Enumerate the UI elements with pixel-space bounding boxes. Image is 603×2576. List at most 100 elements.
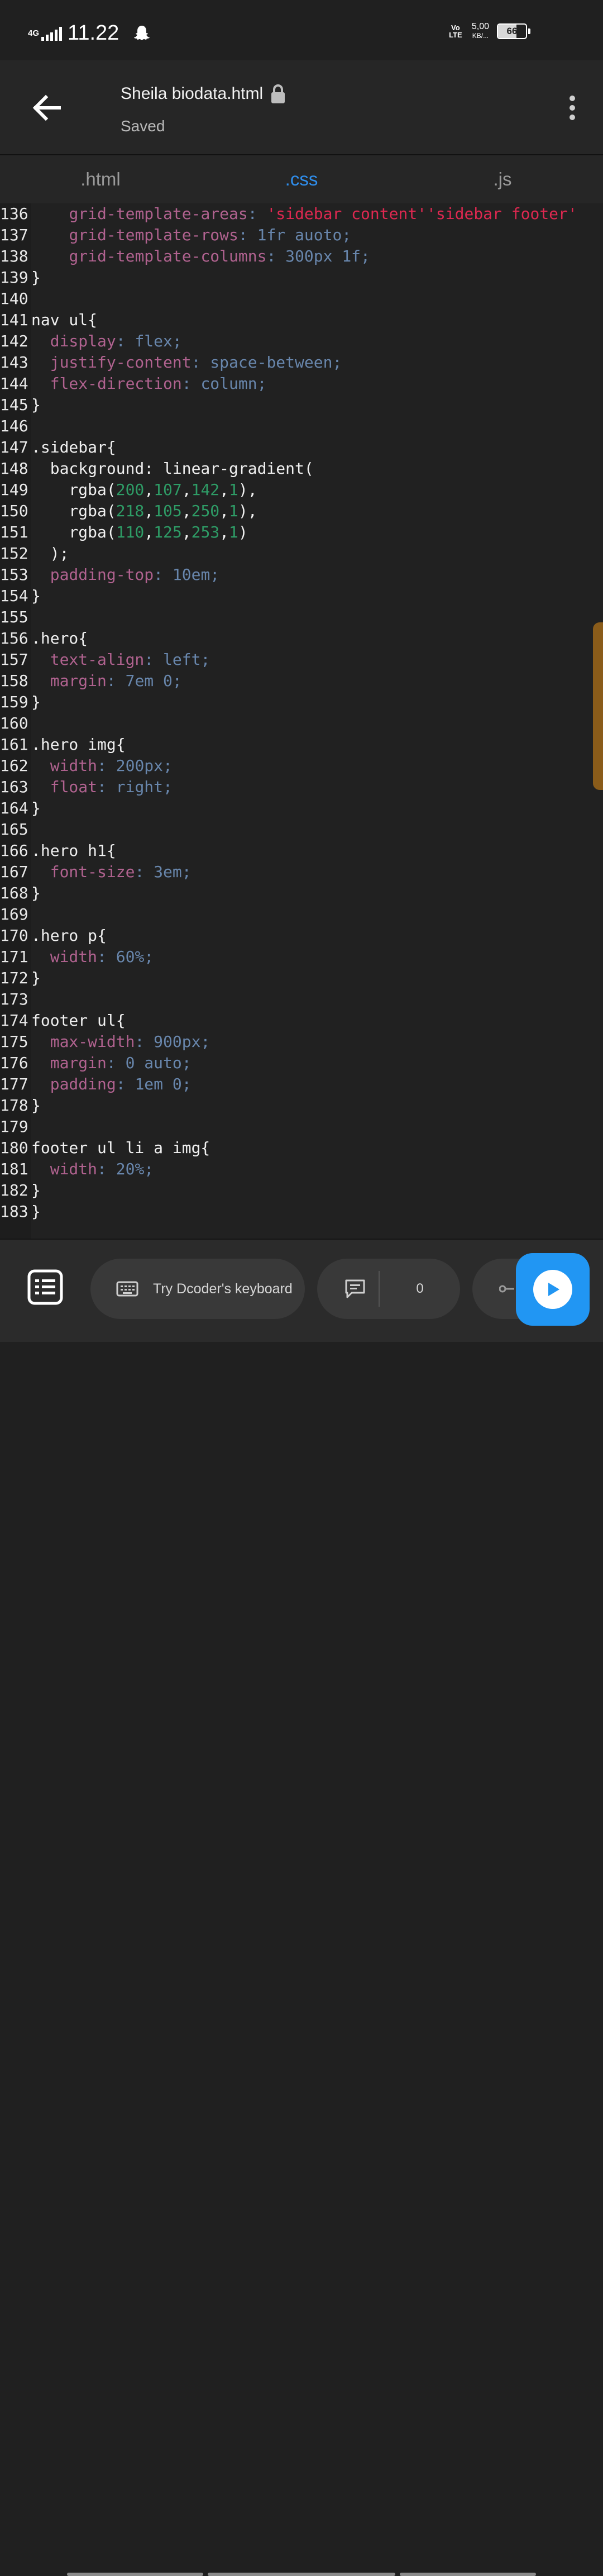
code-editor[interactable]: 136 grid-template-areas: 'sidebar conten… (0, 203, 603, 1239)
status-bar: 4G 11.22 Vo LTE 5,00 KB/... 66 (0, 0, 603, 60)
line-number: 147 (0, 438, 28, 456)
code-line[interactable]: 141 nav ul{ (0, 309, 97, 331)
code-line[interactable]: 180 footer ul li a img{ (0, 1137, 210, 1159)
code-line[interactable]: 182} (0, 1180, 41, 1201)
code-line[interactable]: 171 width: 60%; (0, 946, 154, 968)
line-number: 164 (0, 799, 28, 817)
code-line[interactable]: 178} (0, 1095, 41, 1116)
code-line[interactable]: 148 background: linear-gradient( (0, 458, 314, 479)
code-line[interactable]: 161 .hero img{ (0, 734, 126, 755)
more-vert-icon[interactable] (568, 95, 576, 121)
code-line[interactable]: 140 (0, 288, 31, 309)
code-line[interactable]: 157 text-align: left; (0, 649, 210, 670)
code-line[interactable]: 174 footer ul{ (0, 1010, 126, 1031)
code-line[interactable]: 153 padding-top: 10em; (0, 564, 219, 585)
code-token: , (219, 502, 229, 520)
code-token: .hero p{ (31, 926, 107, 945)
code-token: : 200px; (97, 756, 173, 775)
code-line[interactable]: 145} (0, 394, 41, 416)
code-line[interactable]: 138 grid-template-columns: 300px 1f; (0, 246, 370, 267)
speed-unit: KB/... (472, 32, 489, 40)
code-token: grid-template-areas (69, 204, 248, 223)
code-line[interactable]: 159} (0, 692, 41, 713)
code-line[interactable]: 177 padding: 1em 0; (0, 1074, 192, 1095)
line-number: 181 (0, 1160, 28, 1178)
code-line[interactable]: 144 flex-direction: column; (0, 373, 266, 394)
code-token: nav ul{ (31, 311, 98, 329)
code-line[interactable]: 156 .hero{ (0, 628, 88, 649)
code-token: ) (238, 523, 248, 541)
code-line[interactable]: 146 (0, 416, 31, 437)
code-text: footer ul{ (31, 1011, 126, 1030)
code-line[interactable]: 173 (0, 989, 31, 1010)
code-line[interactable]: 166 .hero h1{ (0, 840, 116, 861)
code-token: width (50, 756, 98, 775)
code-line[interactable]: 176 margin: 0 auto; (0, 1053, 192, 1074)
code-token: : left; (144, 650, 210, 669)
network-speed: 5,00 KB/... (472, 22, 489, 40)
code-text: margin: 0 auto; (31, 1054, 192, 1072)
comments-button[interactable]: 0 (317, 1259, 460, 1319)
code-text: width: 200px; (31, 756, 173, 775)
line-number: 159 (0, 693, 28, 711)
dcoder-keyboard-button[interactable]: Try Dcoder's keyboard (90, 1259, 305, 1319)
code-text: width: 20%; (31, 1160, 154, 1178)
code-line[interactable]: 152 ); (0, 543, 69, 564)
line-number: 172 (0, 969, 28, 987)
arrow-left-icon[interactable] (31, 93, 61, 123)
line-number: 174 (0, 1011, 28, 1030)
code-line[interactable]: 163 float: right; (0, 777, 173, 798)
line-number: 163 (0, 778, 28, 796)
code-token: 105 (154, 502, 182, 520)
code-line[interactable]: 142 display: flex; (0, 331, 182, 352)
code-token: .sidebar{ (31, 438, 116, 456)
code-line[interactable]: 143 justify-content: space-between; (0, 352, 342, 373)
line-number: 173 (0, 990, 28, 1008)
code-line[interactable]: 162 width: 200px; (0, 755, 173, 777)
code-text: flex-direction: column; (31, 374, 267, 393)
code-token: padding (50, 1075, 116, 1093)
code-line[interactable]: 167 font-size: 3em; (0, 861, 192, 883)
line-number: 156 (0, 629, 28, 647)
tab-html[interactable]: .html (0, 155, 201, 203)
code-line[interactable]: 160 (0, 713, 31, 734)
code-token: : column; (181, 374, 267, 393)
nav-gesture-bar-1 (67, 2573, 203, 2576)
code-line[interactable]: 154} (0, 585, 41, 607)
run-button[interactable] (516, 1253, 590, 1326)
tab-js[interactable]: .js (402, 155, 603, 203)
code-line[interactable]: 150 rgba(218,105,250,1), (0, 501, 257, 522)
code-line[interactable]: 136 grid-template-areas: 'sidebar conten… (0, 203, 577, 225)
code-line[interactable]: 172} (0, 968, 41, 989)
scroll-thumb[interactable] (593, 622, 603, 790)
code-line[interactable]: 147 .sidebar{ (0, 437, 116, 458)
code-token: .hero h1{ (31, 841, 116, 860)
code-line[interactable]: 179 (0, 1116, 31, 1137)
code-line[interactable]: 183} (0, 1201, 41, 1222)
code-line[interactable]: 165 (0, 819, 31, 840)
code-line[interactable]: 137 grid-template-rows: 1fr auoto; (0, 225, 351, 246)
code-text: rgba(218,105,250,1), (31, 502, 257, 520)
code-line[interactable]: 169 (0, 904, 31, 925)
code-token: 200 (116, 480, 145, 499)
line-number: 183 (0, 1202, 28, 1221)
code-text: .hero img{ (31, 735, 126, 754)
code-line[interactable]: 170 .hero p{ (0, 925, 107, 946)
list-icon[interactable] (26, 1268, 65, 1307)
tab-css[interactable]: .css (201, 155, 402, 203)
code-line[interactable]: 155 (0, 607, 31, 628)
code-line[interactable]: 149 rgba(200,107,142,1), (0, 479, 257, 501)
code-line[interactable]: 139} (0, 267, 41, 288)
code-line[interactable]: 181 width: 20%; (0, 1159, 154, 1180)
code-line[interactable]: 168} (0, 883, 41, 904)
code-text: nav ul{ (31, 311, 97, 329)
line-number: 143 (0, 353, 28, 372)
code-line[interactable]: 164} (0, 798, 41, 819)
code-line[interactable]: 175 max-width: 900px; (0, 1031, 210, 1053)
code-line[interactable]: 151 rgba(110,125,253,1) (0, 522, 248, 543)
code-line[interactable]: 158 margin: 7em 0; (0, 670, 182, 692)
